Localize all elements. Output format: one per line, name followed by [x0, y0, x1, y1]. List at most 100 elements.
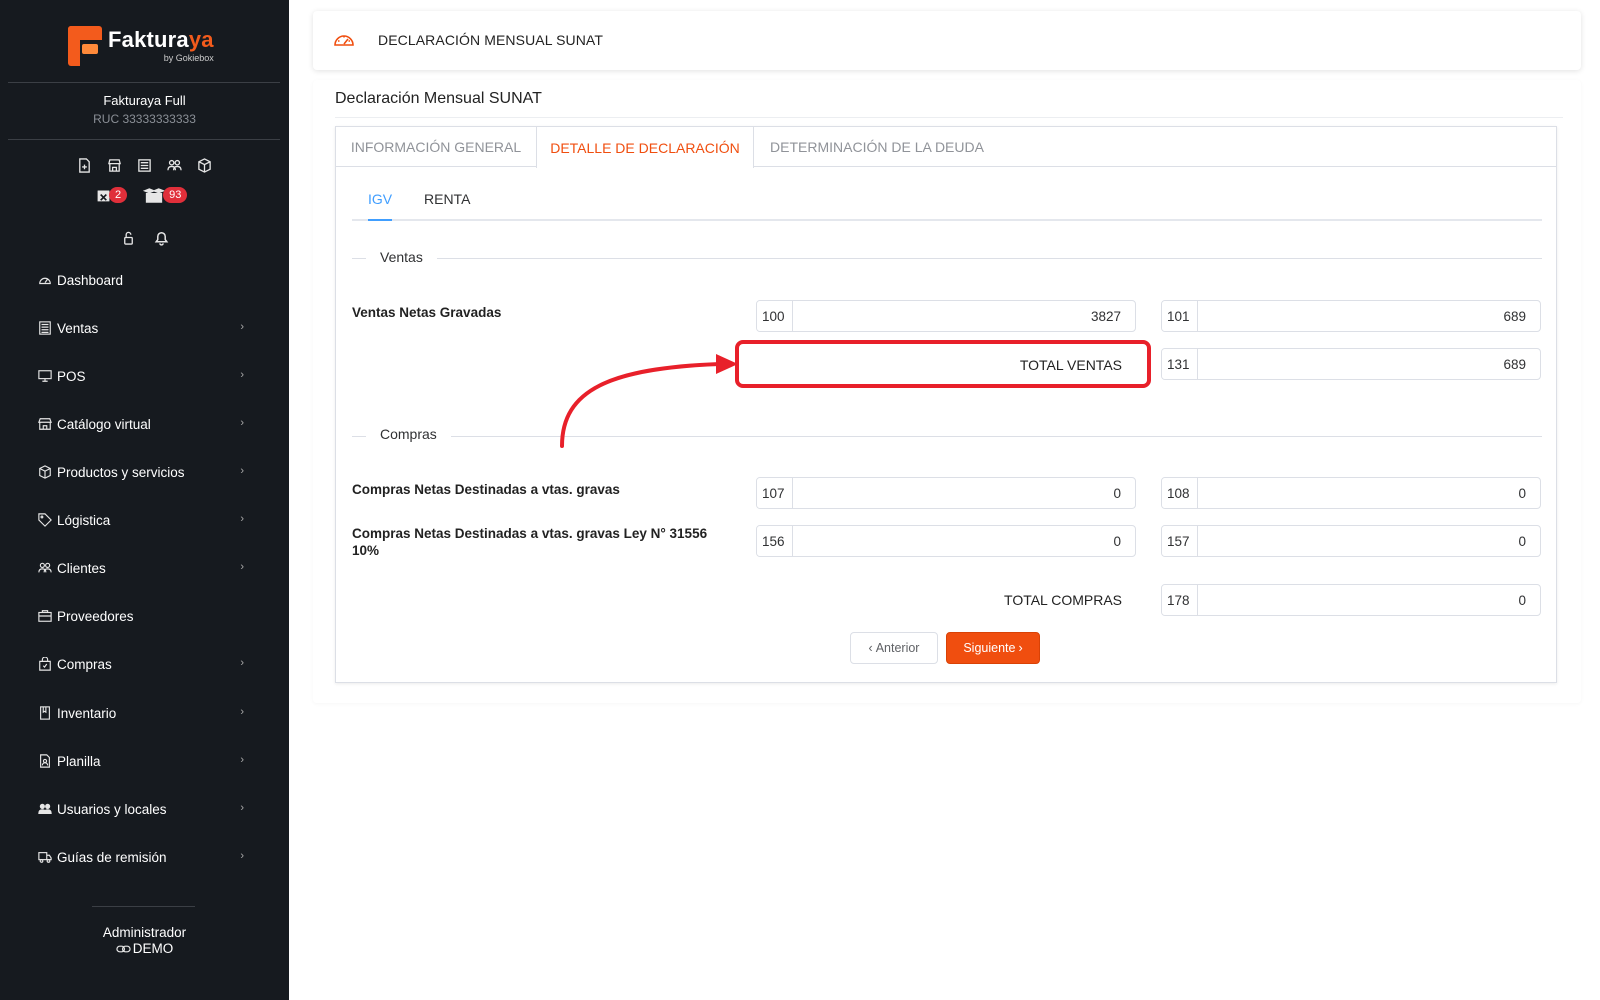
row-label-compras-netas: Compras Netas Destinadas a vtas. gravas [352, 482, 620, 497]
link-icon [116, 942, 131, 957]
chevron-right-icon: › [240, 802, 244, 814]
receipt-icon [38, 320, 54, 336]
section-compras: Compras [366, 426, 451, 442]
field-156-input[interactable] [793, 526, 1135, 556]
book-icon [38, 705, 54, 721]
user-mode[interactable]: DEMO [0, 941, 289, 957]
bell-icon[interactable] [152, 228, 170, 246]
subtab-renta[interactable]: RENTA [424, 191, 470, 221]
users-icon [38, 560, 54, 576]
field-157[interactable]: 157 [1161, 525, 1541, 557]
section-divider [352, 258, 1542, 259]
store-icon [38, 416, 54, 432]
field-157-input[interactable] [1198, 526, 1540, 556]
boxes-icon[interactable] [143, 187, 166, 203]
section-ventas: Ventas [366, 249, 437, 265]
quick-actions [76, 157, 212, 173]
chevron-right-icon: › [240, 513, 244, 525]
section-divider [352, 436, 1542, 437]
tab-informacion-general[interactable]: INFORMACIÓN GENERAL [336, 127, 536, 167]
nav-item-productos[interactable]: Productos y servicios › [38, 460, 248, 484]
chevron-left-icon: ‹ [868, 641, 873, 655]
field-101-input[interactable] [1198, 301, 1540, 331]
nav-item-inventario[interactable]: Inventario › [38, 701, 248, 725]
row-label-compras-ley: Compras Netas Destinadas a vtas. gravas … [352, 526, 708, 558]
annotation-arrow-icon [560, 354, 738, 448]
field-code: 100 [757, 301, 793, 331]
nav-item-pos[interactable]: POS › [38, 364, 248, 388]
tag-icon [38, 512, 54, 528]
logo-mark-icon [68, 26, 104, 66]
nav-label: Dashboard [57, 272, 124, 288]
store-icon[interactable] [106, 157, 122, 173]
company-name: Fakturaya Full [103, 93, 186, 108]
nav-item-usuarios[interactable]: Usuarios y locales › [38, 797, 248, 821]
brand-logo[interactable]: Fakturaya by Gokiebox [68, 24, 214, 68]
tab-detalle-declaracion[interactable]: DETALLE DE DECLARACIÓN [536, 127, 754, 168]
sidebar: Fakturaya by Gokiebox Fakturaya Full RUC… [0, 0, 289, 1000]
prev-button[interactable]: ‹ Anterior [850, 632, 938, 664]
tax-subtabs: IGV RENTA [352, 191, 1542, 221]
field-108[interactable]: 108 [1161, 477, 1541, 509]
field-108-input[interactable] [1198, 478, 1540, 508]
calendar-badge: 2 [109, 187, 128, 203]
nav-label: Ventas [57, 320, 99, 336]
field-178[interactable]: 178 [1161, 584, 1541, 616]
user-mode-label: DEMO [132, 941, 174, 956]
new-document-icon[interactable] [76, 157, 92, 173]
total-compras-label: TOTAL COMPRAS [1004, 592, 1122, 608]
field-107-input[interactable] [793, 478, 1135, 508]
subtab-igv[interactable]: IGV [368, 191, 392, 221]
nav-item-proveedores[interactable]: Proveedores [38, 604, 248, 628]
nav-item-catalogo[interactable]: Catálogo virtual › [38, 412, 248, 436]
field-100[interactable]: 100 [756, 300, 1136, 332]
gauge-icon [333, 30, 355, 50]
nav-label: Compras [57, 656, 112, 672]
user-actions [120, 228, 170, 246]
field-code: 178 [1162, 585, 1198, 615]
id-file-icon [38, 753, 54, 769]
nav-label: Inventario [57, 705, 117, 721]
field-code: 107 [757, 478, 793, 508]
next-button[interactable]: Siguiente › [946, 632, 1040, 664]
user-role: Administrador [102, 925, 187, 940]
row-label-ventas-netas: Ventas Netas Gravadas [352, 305, 502, 320]
nav-item-dashboard[interactable]: Dashboard [38, 268, 248, 292]
nav-item-logistica[interactable]: Lógistica › [38, 508, 248, 532]
cube-icon[interactable] [196, 157, 212, 173]
company-ruc: RUC 33333333333 [93, 112, 196, 126]
nav-item-ventas[interactable]: Ventas › [38, 316, 248, 340]
chevron-right-icon: › [240, 754, 244, 766]
monitor-icon [38, 368, 54, 384]
chevron-right-icon: › [240, 369, 244, 381]
list-icon[interactable] [136, 157, 152, 173]
field-code: 108 [1162, 478, 1198, 508]
brand-byline: by Gokiebox [163, 53, 214, 63]
chevron-right-icon: › [240, 465, 244, 477]
field-107[interactable]: 107 [756, 477, 1136, 509]
chevron-right-icon: › [240, 417, 244, 429]
field-131[interactable]: 131 [1161, 348, 1541, 380]
nav-item-guias[interactable]: Guías de remisión › [38, 845, 248, 869]
nav-item-planilla[interactable]: Planilla › [38, 749, 248, 773]
field-156[interactable]: 156 [756, 525, 1136, 557]
user-group-icon [38, 801, 54, 817]
nav-item-clientes[interactable]: Clientes › [38, 556, 248, 580]
truck-icon [38, 849, 54, 865]
annotation-highlight-box [735, 340, 1151, 388]
field-131-input[interactable] [1198, 349, 1540, 379]
title-divider [335, 117, 1563, 118]
field-178-input[interactable] [1198, 585, 1540, 615]
field-code: 156 [757, 526, 793, 556]
nav-item-compras[interactable]: Compras › [38, 652, 248, 676]
lock-icon[interactable] [120, 229, 136, 245]
nav-label: Planilla [57, 753, 101, 769]
field-100-input[interactable] [793, 301, 1135, 331]
tab-determinacion-deuda[interactable]: DETERMINACIÓN DE LA DEUDA [754, 127, 1000, 167]
field-101[interactable]: 101 [1161, 300, 1541, 332]
users-icon[interactable] [166, 157, 182, 173]
nav-label: Proveedores [57, 608, 134, 624]
sidebar-divider [8, 139, 280, 140]
chevron-right-icon: › [240, 321, 244, 333]
chevron-right-icon: › [240, 706, 244, 718]
